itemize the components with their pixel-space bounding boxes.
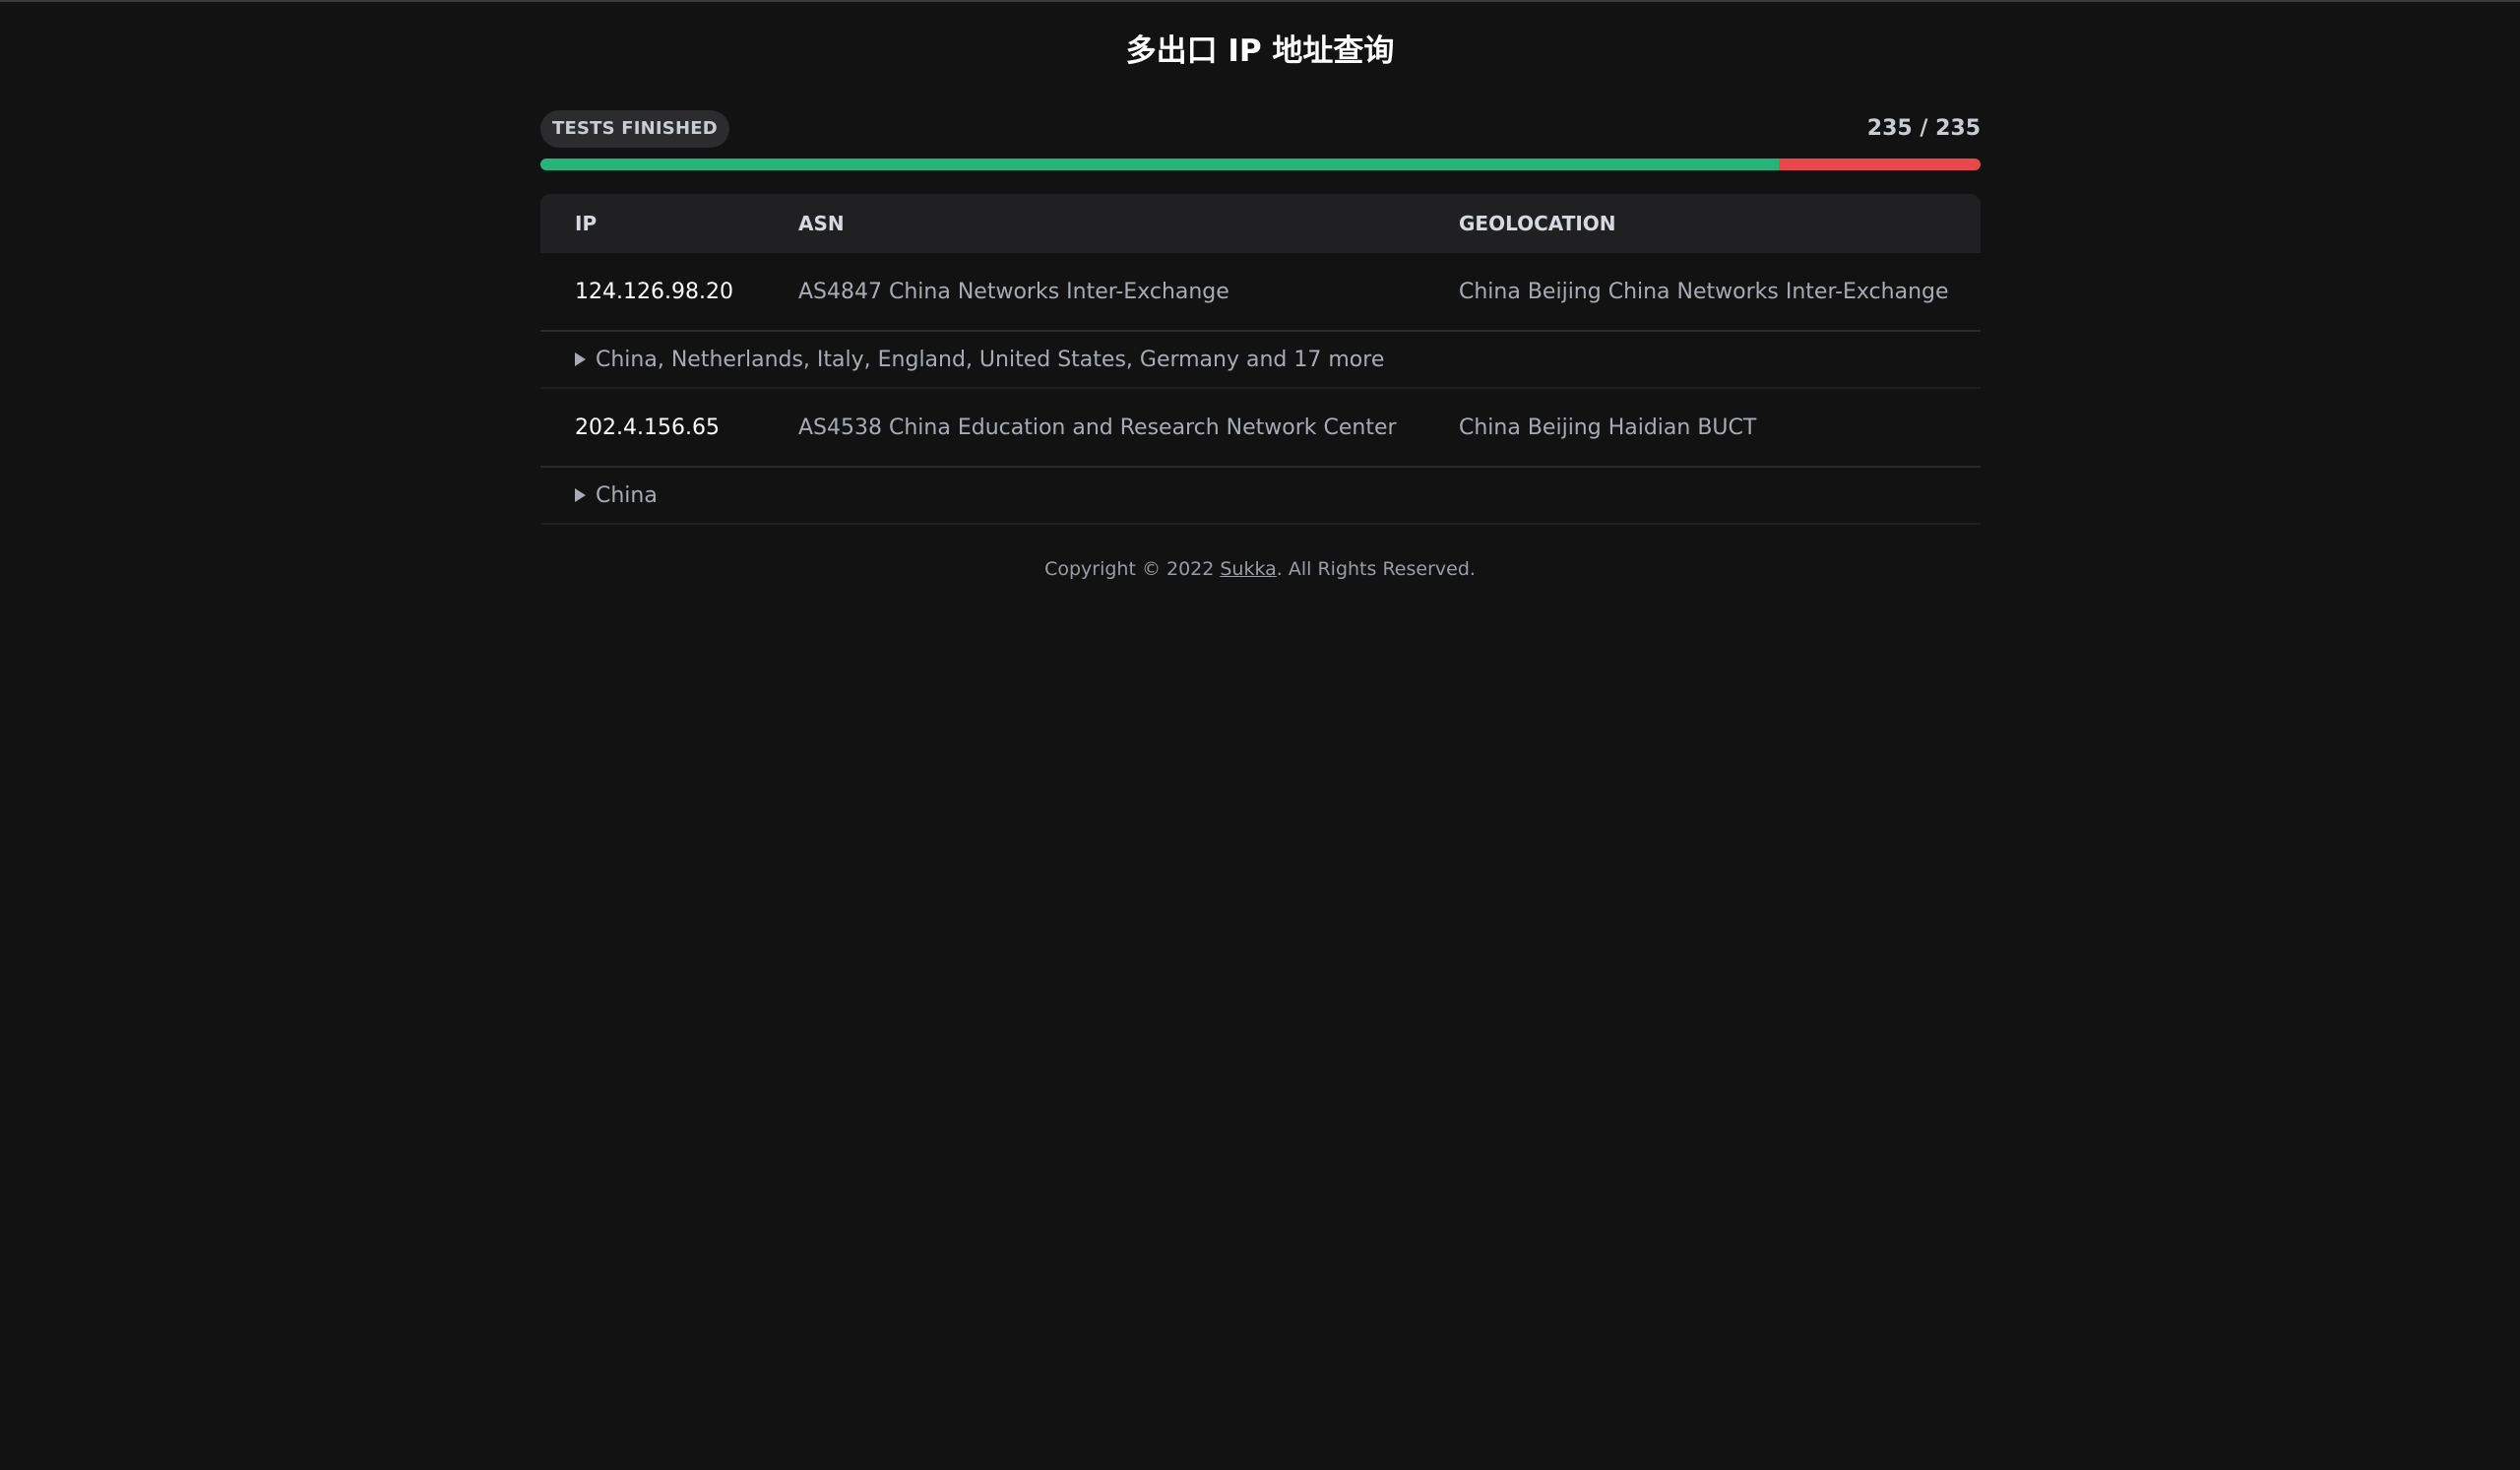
page-title: 多出口 IP 地址查询 [1125, 33, 1395, 69]
progress-count: 235 / 235 [1866, 116, 1981, 141]
progress-success-segment [540, 159, 1780, 170]
status-row: TESTS FINISHED 235 / 235 [540, 110, 1981, 148]
asn-cell: AS4847 China Networks Inter-Exchange [798, 279, 1229, 304]
progress-fail-segment [1779, 159, 1981, 170]
footer: Copyright © 2022 Sukka. All Rights Reser… [0, 558, 2520, 580]
header-geolocation: GEOLOCATION [1459, 212, 1616, 235]
progress-bar [540, 159, 1981, 170]
countries-summary: China, Netherlands, Italy, England, Unit… [596, 347, 1385, 372]
asn-cell: AS4538 China Education and Research Netw… [798, 415, 1397, 440]
results-table: IP ASN GEOLOCATION 124.126.98.20 AS4847 … [540, 194, 1981, 525]
table-row: 124.126.98.20 AS4847 China Networks Inte… [540, 253, 1981, 332]
countries-disclosure[interactable]: China [540, 468, 1981, 525]
header-ip: IP [575, 212, 598, 235]
ip-cell: 202.4.156.65 [575, 415, 720, 440]
triangle-right-icon [575, 488, 586, 502]
status-badge: TESTS FINISHED [540, 110, 729, 148]
countries-summary: China [596, 482, 658, 508]
triangle-right-icon [575, 352, 586, 366]
geolocation-cell: China Beijing China Networks Inter-Excha… [1459, 279, 1949, 304]
table-header: IP ASN GEOLOCATION [540, 194, 1981, 253]
geolocation-cell: China Beijing Haidian BUCT [1459, 415, 1757, 440]
countries-disclosure[interactable]: China, Netherlands, Italy, England, Unit… [540, 332, 1981, 389]
rights-text: . All Rights Reserved. [1276, 558, 1476, 580]
header-asn: ASN [798, 212, 845, 235]
table-row: 202.4.156.65 AS4538 China Education and … [540, 389, 1981, 468]
copyright-text: Copyright © 2022 [1044, 558, 1221, 580]
author-link[interactable]: Sukka [1220, 558, 1276, 580]
ip-cell: 124.126.98.20 [575, 279, 733, 304]
